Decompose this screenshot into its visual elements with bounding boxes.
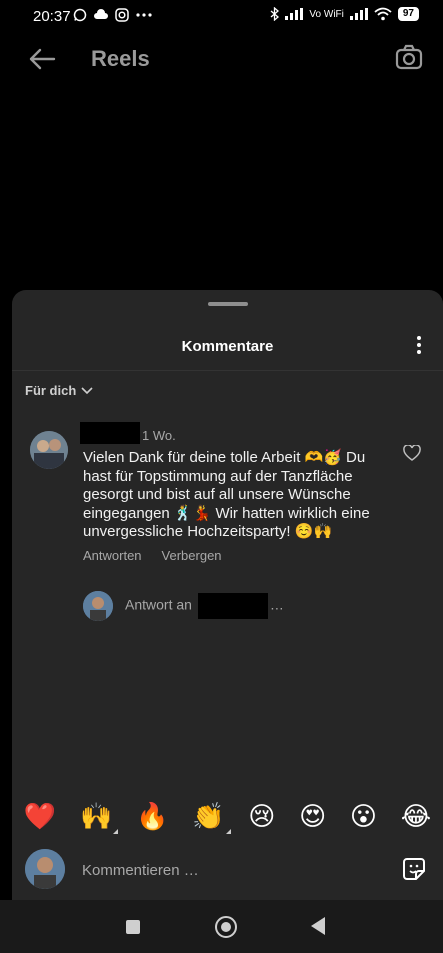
reaction-heart-eyes[interactable]: 😍 bbox=[299, 802, 326, 832]
sort-dropdown[interactable]: Für dich bbox=[25, 383, 93, 398]
signal-icon bbox=[285, 8, 304, 20]
username-redacted bbox=[197, 593, 268, 619]
reels-header: Reels bbox=[0, 32, 443, 88]
sticker-icon[interactable] bbox=[401, 856, 427, 882]
chevron-down-icon bbox=[81, 386, 93, 394]
reaction-surprised[interactable]: 😮 bbox=[350, 802, 377, 832]
hide-button[interactable]: Verbergen bbox=[162, 548, 222, 563]
comment-text: Vielen Dank für deine tolle Arbeit 🫶🥳 Du… bbox=[83, 449, 370, 540]
cloud-icon bbox=[94, 9, 108, 19]
avatar-photo bbox=[83, 591, 113, 621]
divider bbox=[12, 370, 443, 371]
instagram-icon bbox=[115, 8, 129, 22]
comments-sheet: Kommentare Für dich 1 Wo. Vielen Dank fü… bbox=[12, 290, 443, 900]
reaction-fire[interactable]: 🔥 bbox=[136, 802, 168, 832]
avatar-photo bbox=[25, 849, 65, 889]
vowifi-label: Vo WiFi bbox=[309, 8, 344, 20]
reply-button[interactable]: Antworten bbox=[83, 548, 142, 563]
drag-handle[interactable] bbox=[208, 302, 248, 306]
avatar-photo bbox=[30, 431, 68, 469]
comment-input[interactable] bbox=[80, 857, 374, 883]
wifi-icon bbox=[374, 7, 392, 21]
reaction-laughing[interactable]: 😂 bbox=[401, 802, 431, 832]
android-nav-bar bbox=[0, 900, 443, 953]
reply-prompt[interactable]: Antwort an … bbox=[83, 591, 284, 621]
reaction-heart[interactable]: ❤️ bbox=[24, 802, 56, 832]
status-bar: 20:37 Vo WiFi 97 bbox=[0, 0, 443, 32]
heart-icon[interactable] bbox=[403, 445, 421, 461]
reply-prompt-text: Antwort an … bbox=[125, 593, 284, 619]
page-title: Reels bbox=[91, 46, 150, 71]
reaction-raised-hands[interactable]: 🙌 bbox=[80, 802, 119, 834]
options-kebab-icon[interactable] bbox=[417, 336, 421, 357]
bluetooth-icon bbox=[270, 7, 280, 21]
comment-actions: Antworten Verbergen bbox=[83, 548, 222, 563]
recents-button[interactable] bbox=[126, 920, 140, 934]
avatar bbox=[25, 849, 65, 889]
comment-time: 1 Wo. bbox=[142, 428, 176, 443]
arrow-left-icon[interactable] bbox=[28, 47, 56, 71]
avatar bbox=[83, 591, 113, 621]
quick-reactions-bar: ❤️ 🙌 🔥 👏 😢 😍 😮 😂 bbox=[12, 802, 443, 834]
sort-label: Für dich bbox=[25, 383, 77, 398]
more-icon bbox=[136, 13, 152, 17]
back-button[interactable] bbox=[311, 917, 325, 935]
status-notification-icons bbox=[73, 8, 153, 22]
status-system-icons: Vo WiFi 97 bbox=[270, 7, 419, 21]
reaction-crying[interactable]: 😢 bbox=[248, 802, 275, 832]
camera-icon[interactable] bbox=[395, 44, 423, 70]
status-time: 20:37 bbox=[33, 8, 71, 25]
home-button[interactable] bbox=[215, 916, 237, 938]
comment-composer bbox=[12, 845, 443, 900]
signal-icon-2 bbox=[349, 8, 368, 20]
whatsapp-icon bbox=[73, 8, 87, 22]
sheet-title: Kommentare bbox=[181, 338, 274, 355]
battery-indicator: 97 bbox=[397, 7, 419, 21]
reaction-clap[interactable]: 👏 bbox=[192, 802, 231, 834]
username-redacted bbox=[80, 422, 140, 444]
avatar[interactable] bbox=[30, 431, 68, 469]
